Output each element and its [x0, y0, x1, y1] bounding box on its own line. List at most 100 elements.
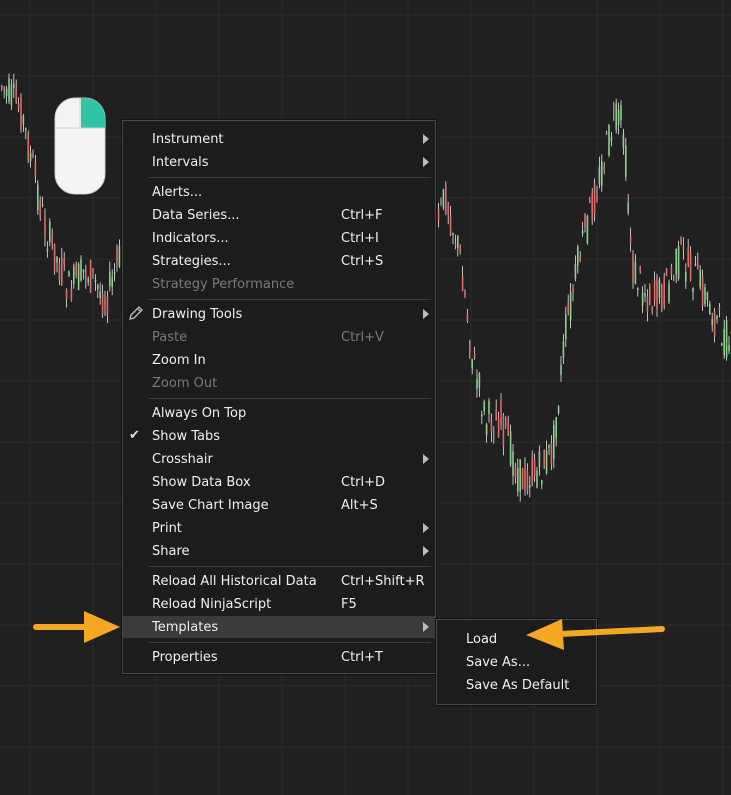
menu-item-intervals[interactable]: Intervals — [123, 151, 435, 173]
candle-body — [545, 450, 548, 474]
candle-body — [610, 137, 613, 142]
candle-body — [442, 189, 445, 209]
candle-body — [529, 485, 531, 488]
candle-body — [581, 230, 584, 234]
candle-body — [473, 353, 476, 359]
menu-item-show-tabs[interactable]: ✔ Show Tabs — [123, 425, 435, 447]
menu-item-shortcut: Ctrl+D — [341, 474, 386, 490]
annotation-arrow-icon — [33, 611, 120, 643]
candle-body — [32, 154, 34, 158]
candle-body — [46, 248, 49, 252]
candle-body — [637, 287, 639, 291]
candle-body — [632, 253, 634, 283]
candle-body — [94, 279, 97, 282]
candle-body — [53, 243, 56, 272]
candle-body — [718, 307, 721, 310]
candle-body — [531, 457, 533, 485]
candle-body — [485, 424, 488, 436]
candle-body — [625, 145, 627, 177]
candle-body — [553, 424, 555, 460]
menu-item-save-chart-image[interactable]: Save Chart Image Alt+S — [123, 494, 435, 516]
candle-body — [445, 185, 447, 214]
candle-body — [560, 364, 562, 375]
annotation-arrow-icon — [526, 619, 665, 650]
candle-body — [589, 199, 591, 203]
menu-item-zoom-in[interactable]: Zoom In — [123, 349, 435, 371]
submenu-item-save-as[interactable]: Save As... — [437, 651, 596, 673]
candle-body — [543, 450, 545, 469]
mouse-right-click-icon — [54, 97, 106, 195]
menu-item-always-on-top[interactable]: Always On Top — [123, 402, 435, 424]
candle-body — [627, 202, 629, 213]
candle-body — [704, 287, 706, 304]
chevron-right-icon — [423, 309, 429, 319]
menu-item-reload-historical-data[interactable]: Reload All Historical Data Ctrl+Shift+R — [123, 570, 435, 592]
menu-item-alerts[interactable]: Alerts... — [123, 181, 435, 203]
candle-body — [82, 269, 85, 272]
candle-body — [49, 221, 51, 243]
candle-body — [457, 235, 459, 248]
menu-item-instrument[interactable]: Instrument — [123, 128, 435, 150]
menu-item-templates[interactable]: Templates — [123, 616, 435, 638]
candle-body — [97, 284, 99, 290]
menu-item-label: Show Tabs — [152, 428, 220, 444]
candle-body — [567, 302, 569, 313]
candle-body — [713, 311, 716, 336]
check-icon: ✔ — [129, 428, 140, 443]
candle-body — [591, 193, 593, 220]
candle-body — [63, 258, 65, 265]
candle-body — [701, 276, 704, 307]
candle-body — [495, 409, 497, 421]
menu-item-drawing-tools[interactable]: Drawing Tools — [123, 303, 435, 325]
candle-body — [670, 266, 673, 274]
candle-body — [75, 263, 77, 276]
candle-body — [109, 271, 111, 286]
candle-body — [656, 276, 658, 310]
candle-body — [721, 343, 723, 346]
chevron-right-icon — [423, 454, 429, 464]
candle-body — [663, 277, 665, 306]
menu-item-strategies[interactable]: Strategies... Ctrl+S — [123, 250, 435, 272]
candle-body — [613, 109, 615, 112]
candle-body — [10, 84, 13, 106]
menu-item-data-series[interactable]: Data Series... Ctrl+F — [123, 204, 435, 226]
candle-body — [555, 417, 557, 438]
menu-item-label: Save As... — [466, 654, 531, 670]
menu-item-share[interactable]: Share — [123, 540, 435, 562]
candle-body — [20, 97, 22, 131]
candle-body — [490, 419, 493, 433]
candle-body — [73, 266, 75, 284]
candle-body — [694, 263, 697, 266]
submenu-item-save-as-default[interactable]: Save As Default — [437, 674, 596, 696]
menu-item-label: Strategies... — [152, 253, 231, 269]
candle-body — [483, 401, 485, 411]
candle-body — [17, 104, 20, 110]
candle-body — [476, 379, 478, 389]
candle-body — [85, 268, 87, 280]
menu-item-label: Properties — [152, 649, 218, 665]
menu-item-shortcut: Ctrl+V — [341, 329, 384, 345]
candle-body — [646, 296, 649, 312]
candle-body — [440, 201, 442, 204]
candle-body — [61, 256, 63, 284]
menu-item-print[interactable]: Print — [123, 517, 435, 539]
candle-body — [538, 451, 541, 468]
menu-item-reload-ninjascript[interactable]: Reload NinjaScript F5 — [123, 593, 435, 615]
candle-body — [41, 204, 44, 207]
menu-item-show-data-box[interactable]: Show Data Box Ctrl+D — [123, 471, 435, 493]
candle-body — [725, 320, 728, 358]
menu-separator — [149, 566, 431, 567]
candle-body — [509, 431, 512, 465]
candle-body — [505, 417, 507, 424]
menu-item-label: Indicators... — [152, 230, 229, 246]
candle-body — [593, 184, 596, 214]
candle-body — [682, 246, 685, 251]
menu-item-crosshair[interactable]: Crosshair — [123, 448, 435, 470]
menu-item-properties[interactable]: Properties Ctrl+T — [123, 646, 435, 668]
menu-item-label: Templates — [152, 619, 219, 635]
candle-body — [104, 298, 106, 307]
candle-body — [1, 85, 3, 89]
menu-item-indicators[interactable]: Indicators... Ctrl+I — [123, 227, 435, 249]
candle-body — [689, 252, 692, 281]
candle-body — [687, 247, 689, 266]
